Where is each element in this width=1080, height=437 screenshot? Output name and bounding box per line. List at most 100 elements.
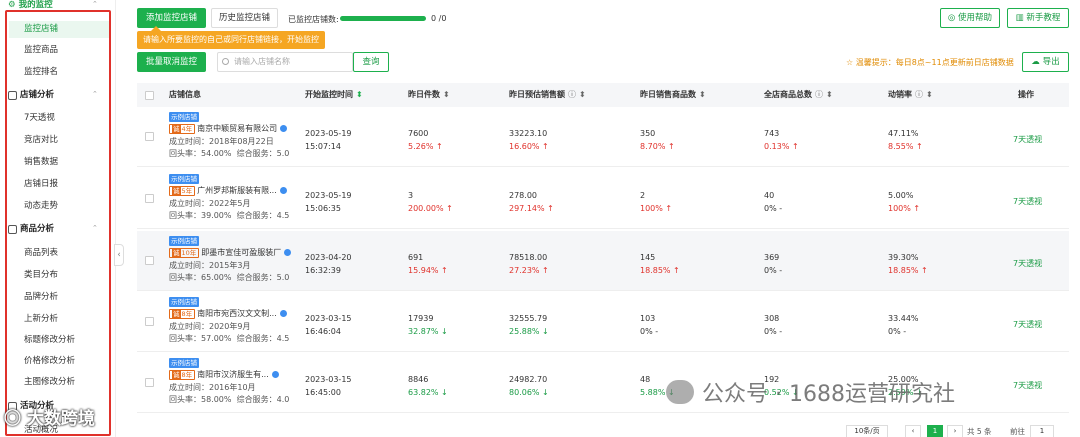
wechat-watermark-text: 公众号 · 1688运营研究社 — [702, 382, 955, 407]
total-value: 40 — [764, 191, 775, 200]
units-change: 32.87% ↓ — [408, 327, 448, 336]
sidebar-item-monitor-shops[interactable]: 监控店铺 — [24, 22, 58, 36]
shop-years: 4年 — [181, 125, 193, 133]
sort-desc-icon[interactable]: ⬍ — [356, 90, 363, 99]
help-button[interactable]: ◎ 使用帮助 — [940, 8, 1000, 28]
monitor-date: 2023-03-15 — [305, 375, 352, 384]
shop-name[interactable]: 南京中颖贸易有限公司 — [197, 124, 277, 133]
sidebar-section-product-analysis[interactable]: 商品分析 — [8, 222, 54, 236]
chevron-up-icon[interactable]: ⌃ — [92, 224, 98, 232]
export-button[interactable]: ☁ 导出 — [1022, 52, 1069, 72]
query-button[interactable]: 查询 — [353, 52, 389, 72]
view-7day-link[interactable]: 7天透视 — [1013, 379, 1042, 392]
chevron-up-icon[interactable]: ⌃ — [92, 0, 98, 8]
app-root: ⚙ 我的监控 ⌃ 监控店铺 监控商品 监控排名 店铺分析 ⌃ 7天透视 竞店对比… — [0, 0, 1080, 437]
rate-change: 18.85% ↑ — [888, 266, 928, 275]
sort-icon[interactable]: ⬍ — [443, 90, 450, 99]
sidebar-item-sales-data[interactable]: 销售数据 — [24, 155, 58, 169]
row-checkbox[interactable] — [145, 132, 154, 141]
shop-name[interactable]: 即墨市宣佳可盈服装厂 — [201, 248, 281, 257]
view-7day-link[interactable]: 7天透视 — [1013, 257, 1042, 270]
col-sales[interactable]: 昨日预估销售额 ⓘ ⬍ — [509, 83, 586, 107]
monitor-time: 15:07:14 — [305, 142, 341, 151]
units-change: 63.82% ↓ — [408, 388, 448, 397]
row-checkbox[interactable] — [145, 378, 154, 387]
chart-icon: ▥ — [1015, 13, 1027, 23]
total-change: 0% - — [764, 266, 783, 275]
tutorial-button[interactable]: ▥ 新手教程 — [1007, 8, 1069, 28]
help-circle-icon[interactable]: ⓘ — [568, 90, 576, 99]
sidebar-item-compare[interactable]: 竞店对比 — [24, 133, 58, 147]
chevron-up-icon[interactable]: ⌃ — [92, 90, 98, 98]
select-all-checkbox[interactable] — [145, 91, 154, 100]
col-units[interactable]: 昨日件数 ⬍ — [408, 83, 450, 107]
help-circle-icon[interactable]: ⓘ — [815, 90, 823, 99]
total-count: 共 5 条 — [967, 427, 992, 436]
sidebar-item-category[interactable]: 类目分布 — [24, 268, 58, 282]
col-total-label: 全店商品总数 — [764, 90, 812, 99]
service-score: 综合服务：4.5 — [236, 211, 290, 220]
page-1-button[interactable]: 1 — [927, 425, 943, 437]
shop-years: 8年 — [181, 310, 193, 318]
sort-icon[interactable]: ⬍ — [926, 90, 933, 99]
view-7day-link[interactable]: 7天透视 — [1013, 195, 1042, 208]
col-items[interactable]: 昨日销售商品数 ⬍ — [640, 83, 706, 107]
total-value: 743 — [764, 129, 780, 138]
add-shop-button[interactable]: 添加监控店铺 — [137, 8, 206, 28]
prev-page-button[interactable]: ‹ — [905, 425, 921, 437]
col-start-time[interactable]: 开始监控时间 ⬍ — [305, 83, 363, 107]
verified-icon — [284, 249, 292, 256]
page-size-select[interactable]: 10条/页 — [846, 425, 888, 437]
col-actions: 操作 — [1018, 90, 1034, 99]
sidebar-item-trend[interactable]: 动态走势 — [24, 199, 58, 213]
shop-stats: 回头率：57.00% 综合服务：4.5 — [169, 332, 289, 345]
sidebar-item-new[interactable]: 上新分析 — [24, 312, 58, 326]
shop-search-input[interactable]: 请输入店铺名称 — [217, 52, 353, 72]
history-shops-button[interactable]: 历史监控店铺 — [211, 8, 278, 28]
rate-change: 8.55% ↑ — [888, 142, 923, 151]
sidebar-item-product-list[interactable]: 商品列表 — [24, 246, 58, 260]
next-page-button[interactable]: › — [947, 425, 963, 437]
sidebar-item-daily-report[interactable]: 店铺日报 — [24, 177, 58, 191]
sidebar-item-monitor-products[interactable]: 监控商品 — [24, 43, 58, 57]
batch-cancel-button[interactable]: 批量取消监控 — [137, 52, 206, 72]
monitor-icon: ⚙ — [8, 0, 16, 10]
sidebar-section-my-monitor[interactable]: ⚙ 我的监控 — [8, 0, 53, 12]
view-7day-link[interactable]: 7天透视 — [1013, 133, 1042, 146]
service-score: 综合服务：5.0 — [236, 273, 290, 282]
shop-name[interactable]: 南阳市汉济服生有... — [197, 370, 269, 379]
sidebar-item-monitor-ranking[interactable]: 监控排名 — [24, 65, 58, 79]
units-change: 200.00% ↑ — [408, 204, 453, 213]
view-7day-link[interactable]: 7天透视 — [1013, 318, 1042, 331]
sort-icon[interactable]: ⬍ — [826, 90, 833, 99]
sidebar-item-title-change[interactable]: 标题修改分析 — [24, 333, 75, 347]
sort-icon[interactable]: ⬍ — [579, 90, 586, 99]
items-value: 48 — [640, 375, 651, 384]
col-start-time-label: 开始监控时间 — [305, 90, 353, 99]
rate-value: 39.30% — [888, 253, 919, 262]
help-circle-icon[interactable]: ⓘ — [915, 90, 923, 99]
verified-icon — [271, 371, 279, 378]
sidebar-section-title: 店铺分析 — [20, 90, 55, 100]
return-rate: 回头率：58.00% — [169, 395, 232, 404]
col-total[interactable]: 全店商品总数 ⓘ ⬍ — [764, 83, 833, 107]
shop-name[interactable]: 南阳市宛西汉文文制... — [197, 309, 277, 318]
sidebar-item-price-change[interactable]: 价格修改分析 — [24, 354, 75, 368]
goto-page-input[interactable]: 1 — [1030, 425, 1054, 437]
service-score: 综合服务：5.0 — [236, 149, 290, 158]
shop-years: 8年 — [181, 371, 193, 379]
shop-name[interactable]: 广州罗邦斯服装有限... — [197, 186, 277, 195]
demo-shop-badge: 示例店铺 — [169, 358, 199, 368]
col-rate[interactable]: 动销率 ⓘ ⬍ — [888, 83, 933, 107]
sidebar-item-image-change[interactable]: 主图修改分析 — [24, 375, 75, 389]
sort-icon[interactable]: ⬍ — [699, 90, 706, 99]
collapse-sidebar-button[interactable]: ‹ — [114, 244, 124, 266]
sidebar-item-brand[interactable]: 品牌分析 — [24, 290, 58, 304]
sidebar-item-7day[interactable]: 7天透视 — [24, 111, 55, 125]
row-checkbox[interactable] — [145, 194, 154, 203]
honest-badge: 诚 — [172, 371, 181, 379]
sidebar-section-shop-analysis[interactable]: 店铺分析 — [8, 88, 54, 102]
brand-watermark-icon: ⦿ — [4, 409, 27, 429]
row-checkbox[interactable] — [145, 317, 154, 326]
row-checkbox[interactable] — [145, 256, 154, 265]
